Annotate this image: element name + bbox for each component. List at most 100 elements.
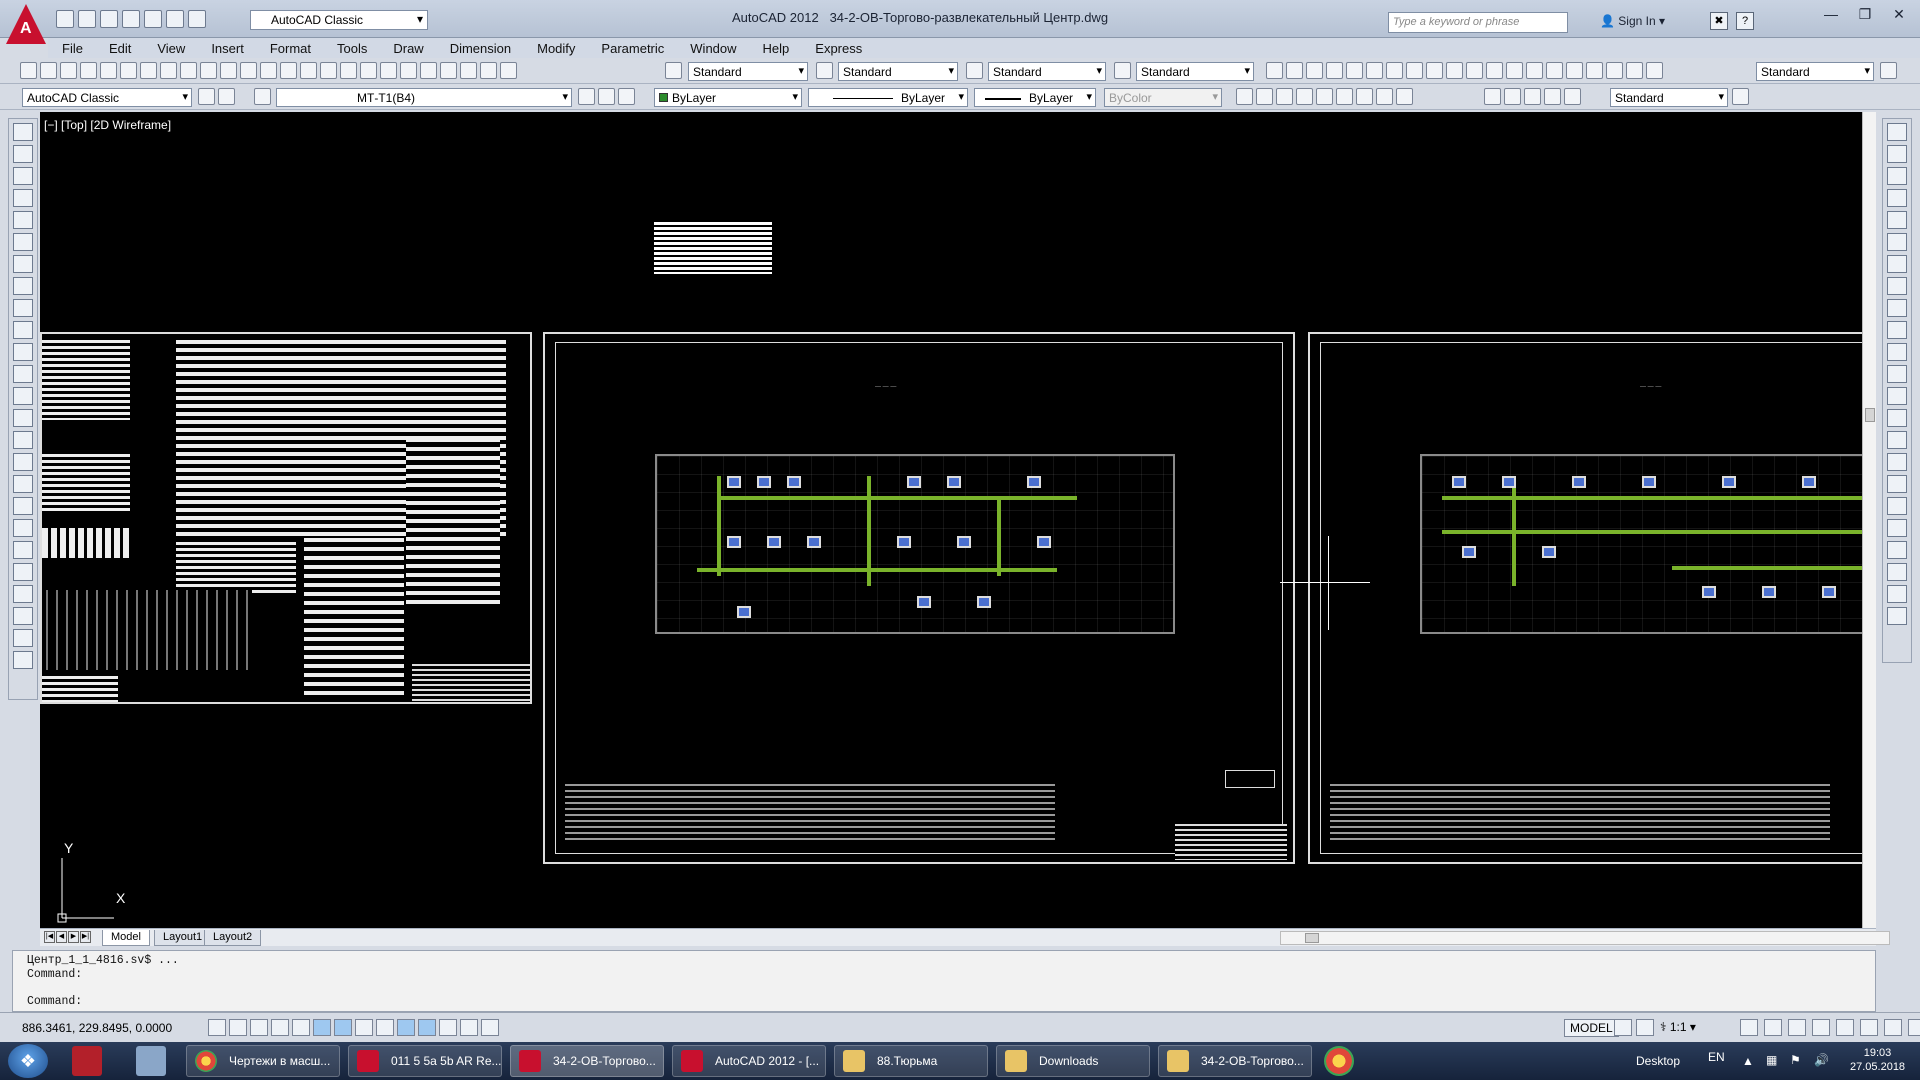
close-button[interactable]: ✕ [1886,6,1912,28]
horizontal-scrollbar[interactable] [1280,931,1890,945]
layer-change-icon[interactable] [1256,88,1273,105]
help-icon[interactable] [500,62,517,79]
transparency-icon[interactable] [439,1019,457,1036]
isolate-objects-icon[interactable] [1860,1019,1878,1036]
plot-preview-icon[interactable] [100,62,117,79]
grid-display-icon[interactable] [250,1019,268,1036]
circle-icon[interactable] [13,255,33,273]
dim-edit-icon[interactable] [1606,62,1623,79]
taskbar-item[interactable]: 34-2-ОВ-Торгово... [510,1045,664,1077]
ellipse-icon[interactable] [13,321,33,339]
markup-icon[interactable] [460,62,477,79]
first-tab-icon[interactable]: |◀ [44,931,55,943]
copy-object-icon[interactable] [1887,145,1907,163]
quick-dim-icon[interactable] [1426,62,1443,79]
linear-dim-icon[interactable] [1266,62,1283,79]
sheet-set-icon[interactable] [440,62,457,79]
ortho-mode-icon[interactable] [271,1019,289,1036]
properties-icon[interactable] [380,62,397,79]
open-icon[interactable] [78,10,96,28]
exchange-icon[interactable]: ✖ [1710,12,1728,30]
tool-palettes-icon[interactable] [420,62,437,79]
3d-dwf-icon[interactable] [140,62,157,79]
auto-scale-icon[interactable] [1764,1019,1782,1036]
layer-freeze-icon[interactable] [1316,88,1333,105]
clock[interactable]: 19:03 27.05.2018 [1850,1046,1905,1074]
polygon-icon[interactable] [13,189,33,207]
save-icon[interactable] [60,62,77,79]
network-icon[interactable]: ▦ [1766,1053,1777,1067]
redo-icon[interactable] [188,10,206,28]
arc-length-icon[interactable] [1306,62,1323,79]
explode-icon[interactable] [1887,497,1907,515]
new-icon[interactable] [56,10,74,28]
match-properties-icon[interactable] [220,62,237,79]
color-select[interactable]: ByLayer [654,88,802,107]
menu-insert[interactable]: Insert [197,38,256,58]
diameter-dim-icon[interactable] [1386,62,1403,79]
zoom-previous-icon[interactable] [360,62,377,79]
spline-icon[interactable] [13,299,33,317]
workspace-switching-icon[interactable] [1788,1019,1806,1036]
design-center-icon[interactable] [400,62,417,79]
chamfer-icon[interactable] [1887,431,1907,449]
ellipse-arc-icon[interactable] [13,343,33,361]
taskbar-item[interactable]: 34-2-ОВ-Торгово... [1158,1045,1312,1077]
make-current-layer-icon[interactable] [578,88,595,105]
gradient-icon[interactable] [13,453,33,471]
plot-icon[interactable] [80,62,97,79]
zoom-window-icon[interactable] [340,62,357,79]
menu-file[interactable]: File [48,38,95,58]
text-style-icon[interactable] [665,62,682,79]
array-icon[interactable] [1887,211,1907,229]
pan-icon[interactable] [300,62,317,79]
point-icon[interactable] [13,409,33,427]
quickcalc-icon[interactable] [480,62,497,79]
menu-modify[interactable]: Modify [523,38,587,58]
aligned-dim-icon[interactable] [1286,62,1303,79]
selection-cycling-icon[interactable] [481,1019,499,1036]
snap-mode-icon[interactable] [229,1019,247,1036]
draworder-back-icon[interactable] [1887,541,1907,559]
undo-icon[interactable] [166,10,184,28]
object-snap-icon[interactable] [313,1019,331,1036]
status-menu-icon[interactable] [1884,1019,1902,1036]
inspection-icon[interactable] [1566,62,1583,79]
mleader-style-select[interactable]: Standard [1610,88,1728,107]
tab-model[interactable]: Model [102,930,150,946]
table-icon[interactable] [13,497,33,515]
dim-style-select[interactable]: Standard [838,62,958,81]
extend-icon[interactable] [1887,343,1907,361]
menu-format[interactable]: Format [256,38,323,58]
linetype-select[interactable]: ByLayer [808,88,968,107]
group-icon[interactable] [13,651,33,669]
menu-draw[interactable]: Draw [379,38,435,58]
cut-icon[interactable] [160,62,177,79]
clean-screen-icon[interactable] [1908,1019,1920,1036]
start-button[interactable]: ❖ [8,1044,48,1078]
construction-line-icon[interactable] [13,145,33,163]
jogged-dim-icon[interactable] [1366,62,1383,79]
taskbar-item[interactable]: 011 5 5a 5b AR Re... [348,1045,502,1077]
tab-layout1[interactable]: Layout1 [154,930,212,946]
layer-select[interactable]: МТ-Т1(В4) [276,88,572,107]
leader-icon[interactable] [1484,88,1501,105]
move-icon[interactable] [1887,233,1907,251]
menu-tools[interactable]: Tools [323,38,379,58]
dim-space-icon[interactable] [1486,62,1503,79]
edit-block-icon[interactable] [13,563,33,581]
angular-dim-icon[interactable] [1406,62,1423,79]
application-menu-button[interactable]: A [6,4,46,44]
workspace-switcher[interactable]: AutoCAD Classic [250,10,428,30]
next-tab-icon[interactable]: ▶ [68,931,79,943]
add-selected-icon[interactable] [13,541,33,559]
layer-properties-icon[interactable] [254,88,271,105]
hardware-acceleration-icon[interactable] [1836,1019,1854,1036]
sign-in-button[interactable]: 👤 Sign In ▾ [1600,14,1665,28]
command-input[interactable]: Command: [27,995,82,1009]
dim-text-edit-icon[interactable] [1626,62,1643,79]
text-style-select[interactable]: Standard [688,62,808,81]
remove-leader-icon[interactable] [1524,88,1541,105]
menu-edit[interactable]: Edit [95,38,143,58]
layer-unlock-icon[interactable] [1376,88,1393,105]
